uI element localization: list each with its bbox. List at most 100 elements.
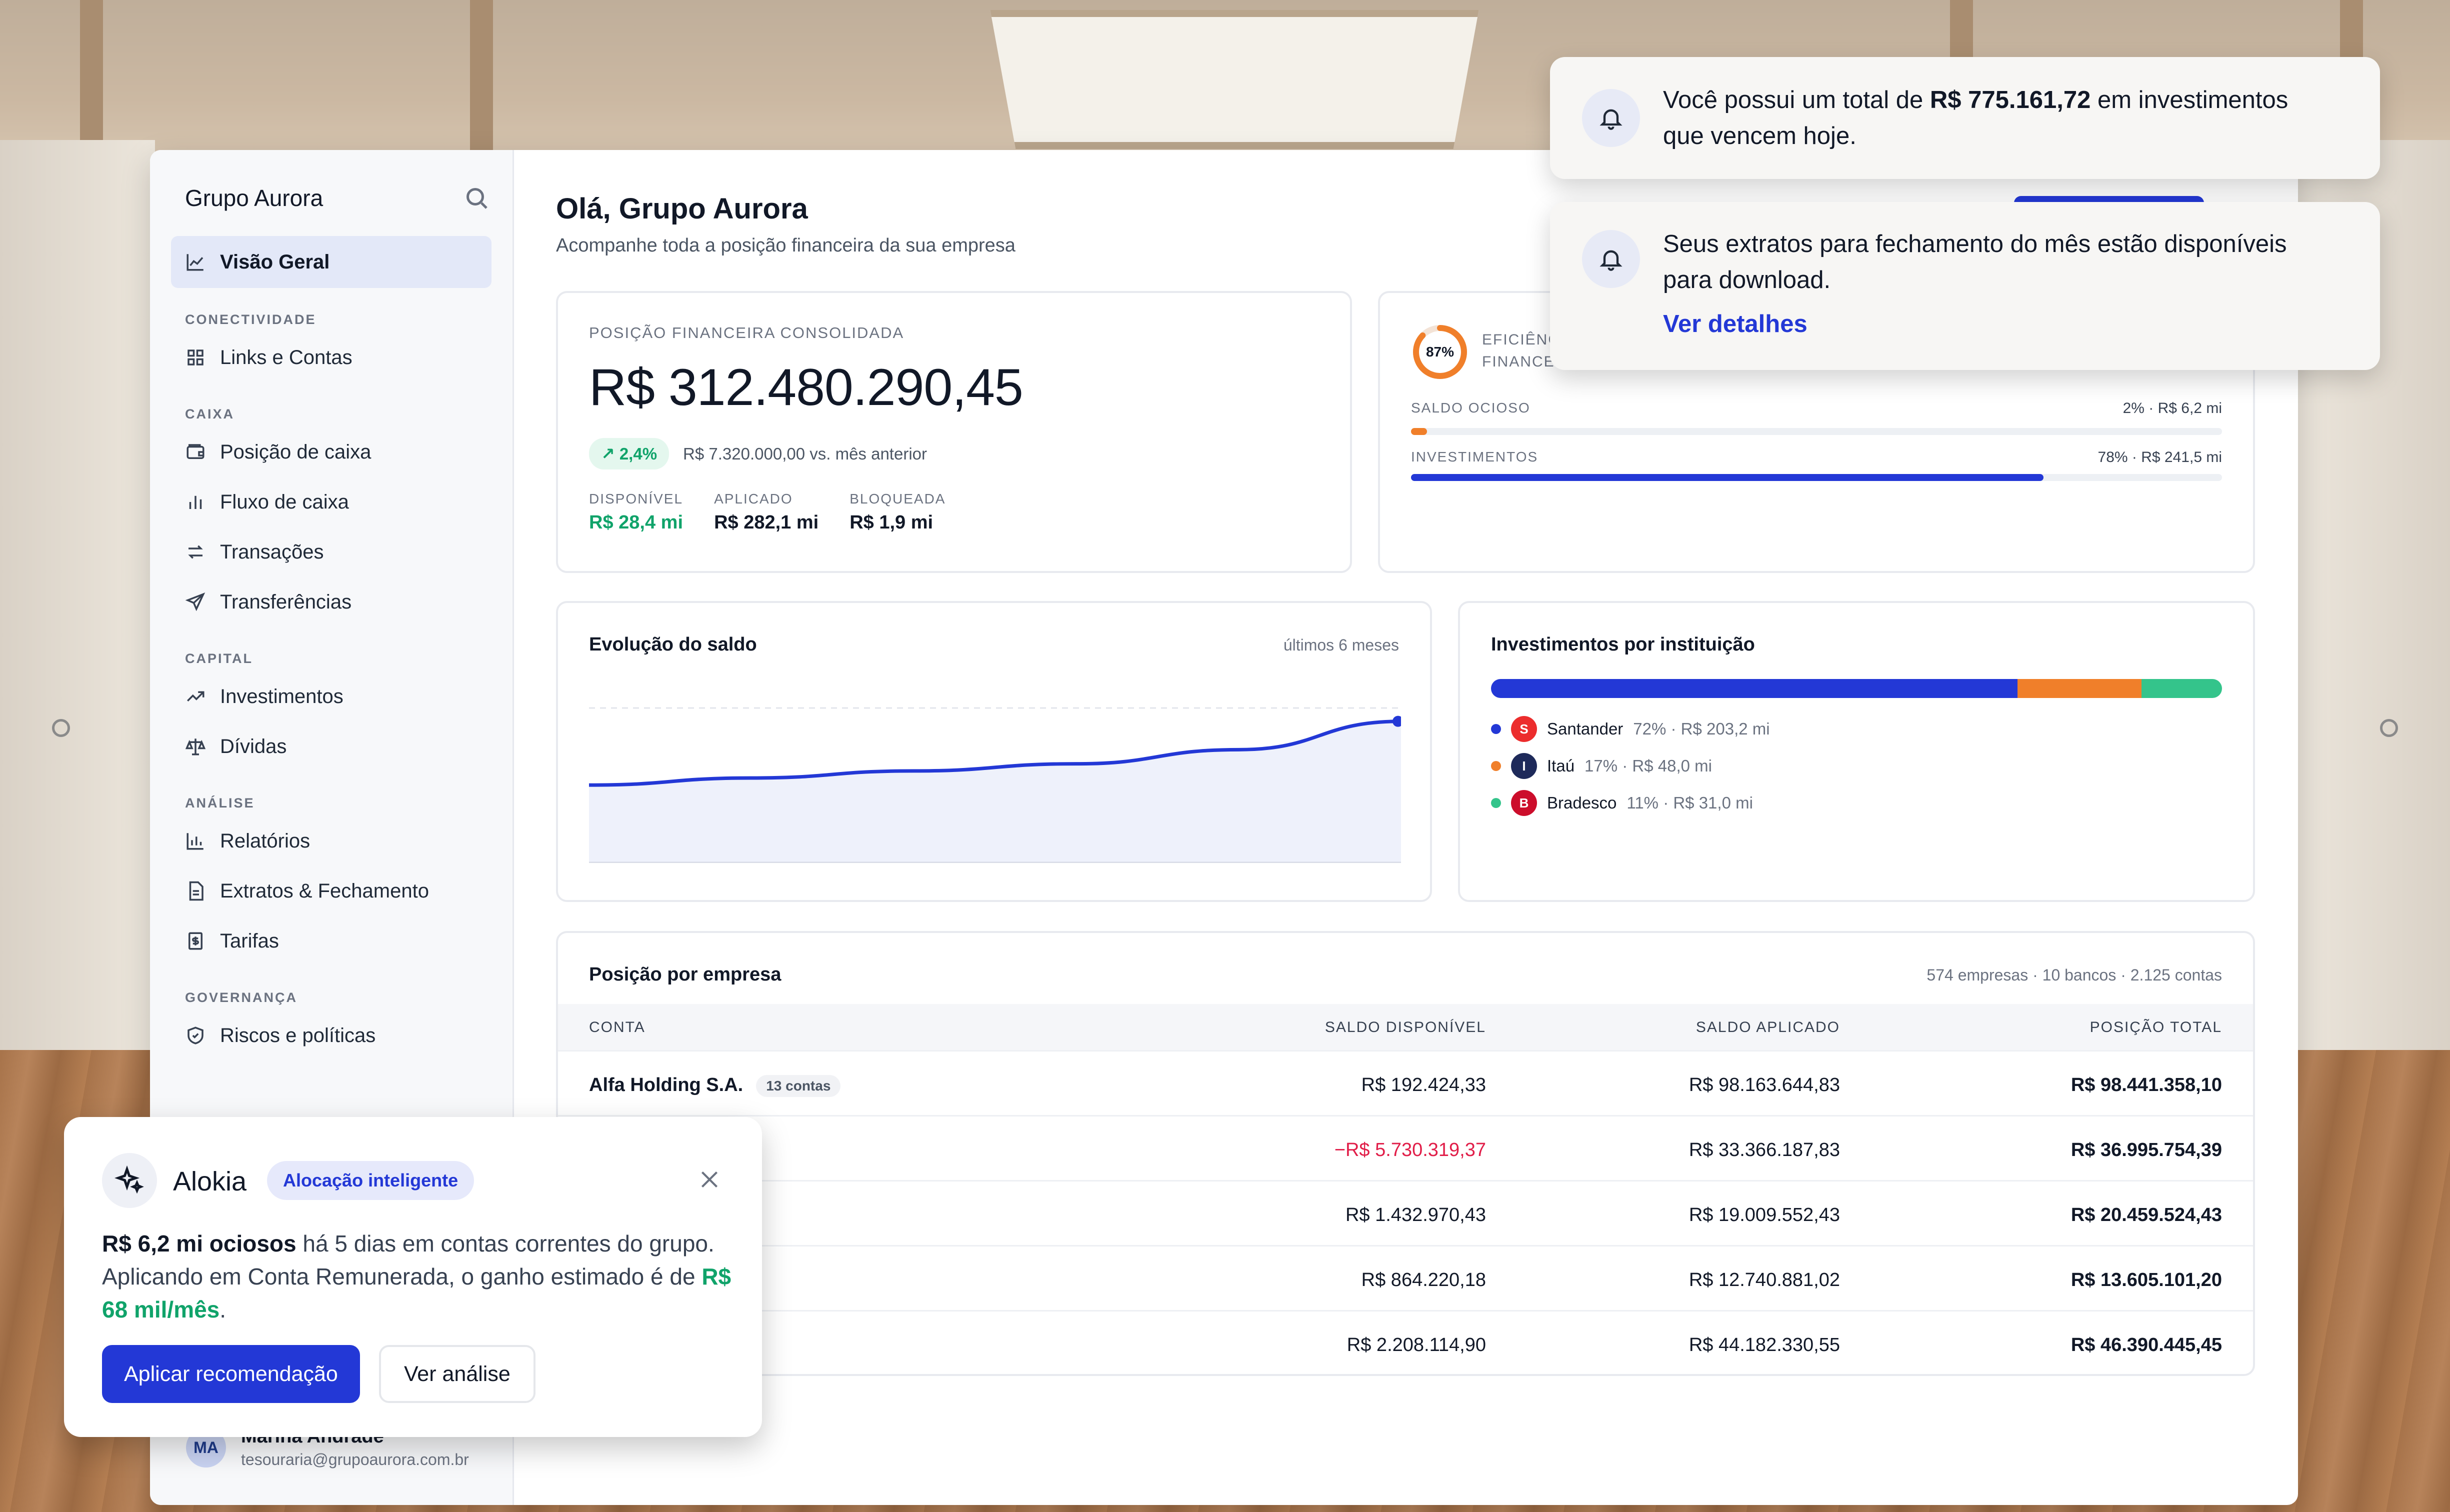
page-subtitle: Acompanhe toda a posição financeira da s… [556, 235, 1016, 256]
sidebar-item-label: Investimentos [220, 685, 344, 708]
stat-label: APLICADO [714, 491, 793, 506]
sidebar-item-label: Fluxo de caixa [220, 490, 349, 513]
bradesco-logo-letter: B [1519, 795, 1529, 810]
alokia-idle-amount: R$ 6,2 mi ociosos [102, 1230, 296, 1256]
alokia-recommendation-popup: Alokia Alocação inteligente R$ 6,2 mi oc… [64, 1117, 762, 1437]
table-row[interactable]: .8 contasR$ 864.220,18R$ 12.740.881,02R$… [558, 1245, 2253, 1312]
position-stats: DISPONÍVEL R$ 28,4 mi APLICADO R$ 282,1 … [589, 491, 946, 534]
nav-section-title: GOVERNANÇA [185, 990, 298, 1005]
sidebar-item-links-e-contas[interactable]: Links e Contas [171, 332, 492, 382]
company-name-text: Alfa Holding S.A. [589, 1074, 744, 1096]
trending-up-icon [185, 686, 206, 707]
stat-aplicado: APLICADO R$ 282,1 mi [714, 491, 818, 534]
sidebar-item-label: Posição de caixa [220, 440, 372, 463]
legend-meta: 17% · R$ 48,0 mi [1584, 756, 1712, 775]
table-row[interactable]: 12 contas−R$ 5.730.319,37R$ 33.366.187,8… [558, 1115, 2253, 1182]
sidebar-item-transfer-ncias[interactable]: Transferências [171, 577, 492, 627]
posicao-total: R$ 13.605.101,20 [2070, 1270, 2222, 1290]
legend-santander[interactable]: S Santander 72% · R$ 203,2 mi [1491, 716, 1770, 742]
alokia-title: Alokia [173, 1166, 247, 1196]
efficiency-title-line: EFICIÊNC [1482, 332, 1560, 348]
sidebar-item-label: Relatórios [220, 830, 310, 852]
posicao-total: R$ 98.441.358,10 [2070, 1074, 2222, 1096]
notification-investments[interactable]: Você possui um total de R$ 775.161,72 em… [1550, 57, 2380, 179]
legend-name: Itaú [1547, 756, 1575, 775]
alokia-badge: Alocação inteligente [267, 1161, 474, 1200]
col-saldo-disponivel[interactable]: SALDO DISPONÍVEL [1325, 1019, 1486, 1036]
sidebar-item-label: Visão Geral [220, 250, 330, 273]
sidebar-item-visao-geral[interactable]: Visão Geral [171, 236, 492, 288]
sidebar-item-label: Dívidas [220, 735, 287, 758]
sidebar-item-investimentos[interactable]: Investimentos [171, 672, 492, 722]
notification-amount: R$ 775.161,72 [1930, 86, 2091, 114]
legend-name: Santander [1547, 720, 1624, 738]
institution-share-segment [2017, 679, 2142, 698]
saldo-ocioso-label: SALDO OCIOSO [1411, 400, 1530, 416]
chart-area [589, 721, 1401, 863]
delta-note: R$ 7.320.000,00 vs. mês anterior [683, 444, 927, 463]
apply-recommendation-button[interactable]: Aplicar recomendação [102, 1345, 360, 1403]
sidebar-item-posi-o-de-caixa[interactable]: Posição de caixa [171, 427, 492, 477]
sidebar-item-fluxo-de-caixa[interactable]: Fluxo de caixa [171, 477, 492, 527]
sidebar-item-tarifas[interactable]: Tarifas [171, 916, 492, 966]
notification-text-pre: Você possui um total de [1663, 86, 1930, 114]
wallet-icon [185, 442, 206, 462]
saldo-ocioso-bar-fill [1411, 428, 1428, 435]
table-row[interactable]: 4 contasR$ 1.432.970,43R$ 19.009.552,43R… [558, 1180, 2253, 1246]
nav-section-title: CAIXA [185, 406, 235, 422]
sidebar-item-transa-es[interactable]: Transações [171, 527, 492, 577]
sidebar-item-riscos-e-pol-ticas[interactable]: Riscos e políticas [171, 1010, 492, 1060]
legend-itau[interactable]: I Itaú 17% · R$ 48,0 mi [1491, 753, 1712, 779]
sidebar-item-label: Extratos & Fechamento [220, 880, 429, 902]
sidebar-item-relat-rios[interactable]: Relatórios [171, 816, 492, 866]
table-row[interactable]: Alfa Holding S.A. 13 contas R$ 192.424,33 R… [558, 1050, 2253, 1116]
sidebar-item-extratos-fechamento[interactable]: Extratos & Fechamento [171, 866, 492, 916]
table-title: Posição por empresa [589, 964, 782, 985]
delta-value: 2,4% [619, 444, 658, 463]
table-row[interactable]: 17 contasR$ 2.208.114,90R$ 44.182.330,55… [558, 1310, 2253, 1376]
col-saldo-aplicado[interactable]: SALDO APLICADO [1696, 1019, 1840, 1036]
position-label: POSIÇÃO FINANCEIRA CONSOLIDADA [589, 324, 904, 342]
efficiency-title-line: FINANCE [1482, 354, 1555, 370]
efficiency-title: EFICIÊNC FINANCE [1482, 329, 1560, 373]
ver-detalhes-link[interactable]: Ver detalhes [1663, 310, 1808, 338]
legend-bradesco[interactable]: B Bradesco 11% · R$ 31,0 mi [1491, 790, 1753, 816]
sidebar-item-label: Riscos e políticas [220, 1024, 376, 1046]
evolution-title: Evolução do saldo [589, 634, 757, 655]
company-name: Alfa Holding S.A. 13 contas [589, 1074, 841, 1097]
institutions-stacked-bar [1491, 679, 2222, 698]
alokia-message-end: . [220, 1296, 226, 1322]
col-posicao-total[interactable]: POSIÇÃO TOTAL [2090, 1019, 2222, 1036]
glass-wall-left [0, 140, 155, 1090]
nav-section-title: ANÁLISE [185, 796, 255, 810]
position-total: R$ 312.480.290,45 [589, 358, 1024, 416]
sidebar-item-d-vidas[interactable]: Dívidas [171, 722, 492, 772]
itau-logo-icon: I [1511, 753, 1537, 779]
notification-statements[interactable]: Seus extratos para fechamento do mês est… [1550, 202, 2380, 370]
user-email: tesouraria@grupoaurora.com.br [241, 1450, 469, 1468]
table-header: CONTA SALDO DISPONÍVEL SALDO APLICADO PO… [558, 1004, 2253, 1050]
sidebar-item-label: Transferências [220, 590, 352, 613]
view-analysis-button[interactable]: Ver análise [379, 1345, 536, 1403]
search-icon[interactable] [462, 183, 492, 213]
bar-chart-icon [185, 492, 206, 512]
evolution-chart [589, 707, 1401, 863]
posicao-total: R$ 36.995.754,39 [2070, 1140, 2222, 1160]
position-delta-row: ↗ 2,4% R$ 7.320.000,00 vs. mês anterior [589, 438, 927, 470]
investimentos-bar-fill [1411, 474, 2044, 481]
col-conta[interactable]: CONTA [589, 1019, 646, 1036]
bradesco-logo-icon: B [1511, 790, 1537, 816]
close-icon[interactable] [697, 1167, 722, 1192]
bell-icon [1582, 89, 1640, 147]
sidebar-item-label: Links e Contas [220, 346, 352, 368]
institution-share-segment [2142, 679, 2222, 698]
efficiency-ring: 87% [1411, 323, 1469, 381]
send-icon [185, 592, 206, 612]
page-title: Olá, Grupo Aurora [556, 192, 808, 225]
stat-value: R$ 282,1 mi [714, 512, 819, 533]
report-chart-icon [185, 830, 206, 852]
alokia-message: R$ 6,2 mi ociosos há 5 dias em contas co… [102, 1227, 732, 1326]
legend-dot [1491, 798, 1501, 808]
delta-badge: ↗ 2,4% [589, 438, 670, 470]
sidebar-item-label: Transações [220, 540, 324, 563]
